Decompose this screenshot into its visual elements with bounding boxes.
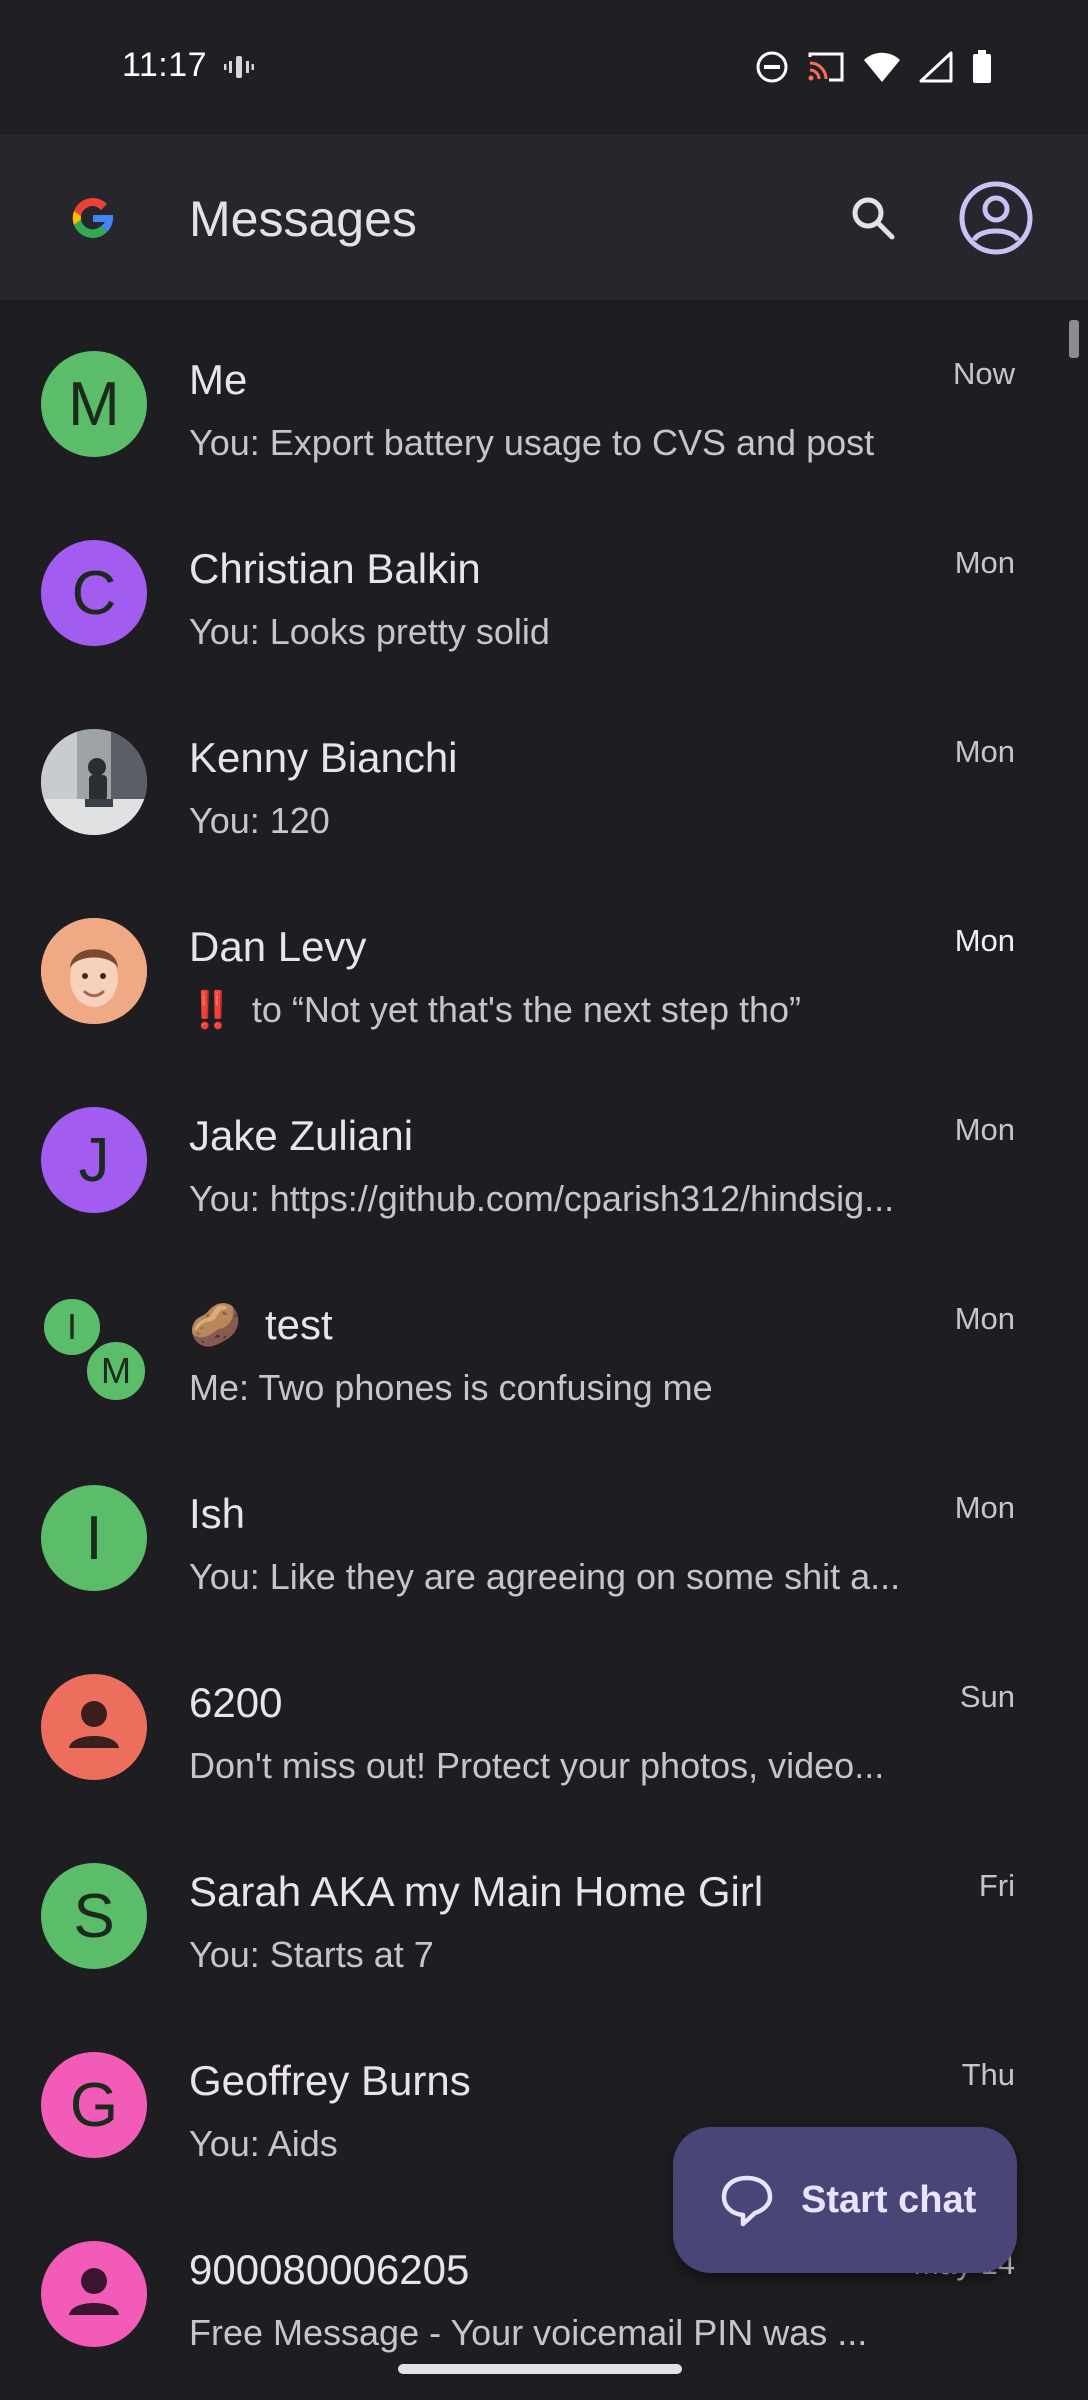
message-snippet: Me: Two phones is confusing me [189,1367,713,1408]
message-snippet: You: Export battery usage to CVS and pos… [189,422,875,463]
message-time: Now [952,356,1015,391]
avatar [41,1674,147,1780]
status-icons [755,50,993,84]
contact-name: 6200 [189,1679,283,1726]
status-time: 11:17 [122,46,208,84]
conversation-row[interactable]: I Ish You: Like they are agreeing on som… [0,1434,1088,1623]
message-time: Mon [954,1490,1015,1525]
avatar [41,2241,147,2347]
group-emoji-icon: 🥔 [189,1301,242,1348]
avatar-letter: S [73,1881,115,1951]
contact-name: Jake Zuliani [189,1112,414,1159]
contact-name: Me [189,356,248,403]
battery-icon [973,50,991,83]
message-time: Mon [954,1301,1015,1336]
avatar: S [41,1863,147,1969]
message-time: Mon [954,734,1015,769]
message-time: Sun [959,1679,1015,1714]
avatar-letter: C [71,558,117,628]
person-icon [69,2268,119,2315]
group-avatar-letter: M [83,1338,149,1404]
conversation-row[interactable]: C Christian Balkin You: Looks pretty sol… [0,489,1088,678]
message-time: Thu [961,2057,1015,2092]
message-time: Mon [954,923,1015,958]
account-button[interactable] [958,180,1034,256]
conversation-row[interactable]: 6200 Don't miss out! Protect your photos… [0,1623,1088,1812]
avatar-photo [41,729,147,835]
top-app-bar: Messages [0,135,1088,300]
wifi-icon [864,52,900,82]
message-snippet: You: Aids [189,2123,338,2164]
avatar-letter: J [78,1125,110,1195]
conversation-list[interactable]: M Me You: Export battery usage to CVS an… [0,300,1088,2400]
avatar-memoji [41,918,147,1024]
contact-name: Ish [189,1490,246,1537]
avatar: C [41,540,147,646]
message-snippet: You: Looks pretty solid [189,611,550,652]
conversation-row[interactable]: Dan Levy ‼️ to “Not yet that's the next … [0,867,1088,1056]
gesture-navigation-bar[interactable] [398,2364,682,2374]
conversation-row[interactable]: M Me You: Export battery usage to CVS an… [0,300,1088,489]
start-chat-label: Start chat [801,2178,977,2221]
message-snippet: You: https://github.com/cparish312/hinds… [189,1178,895,1219]
start-chat-button[interactable]: Start chat [673,2127,1017,2273]
message-time: Fri [978,1868,1015,1903]
conversation-row[interactable]: J Jake Zuliani You: https://github.com/c… [0,1056,1088,1245]
messages-screen: 11:17 Messages M Me You: Export battery … [0,0,1088,2400]
dnd-icon [756,51,788,83]
avatar: M [41,351,147,457]
message-time: Mon [954,1112,1015,1147]
contact-name: Dan Levy [189,923,367,970]
contact-name: Christian Balkin [189,545,481,592]
group-name-text: test [264,1301,333,1348]
app-title: Messages [189,191,417,247]
avatar-letter: M [68,369,120,439]
message-snippet: You: Like they are agreeing on some shit… [189,1556,901,1597]
avatar: I [41,1485,147,1591]
contact-name: 🥔 test [189,1301,333,1350]
conversation-row[interactable]: I M 🥔 test Me: Two phones is confusing m… [0,1245,1088,1434]
search-button[interactable] [840,185,906,251]
chat-bubble-icon [717,2170,777,2230]
message-snippet: Free Message - Your voicemail PIN was ..… [189,2312,868,2353]
message-snippet: You: 120 [189,800,330,841]
cast-icon [808,52,844,82]
avatar-letter: I [85,1503,103,1573]
conversation-row[interactable]: S Sarah AKA my Main Home Girl You: Start… [0,1812,1088,2001]
message-snippet: ‼️ to “Not yet that's the next step tho” [189,989,801,1031]
signal-icon [919,51,953,83]
message-time: Mon [954,545,1015,580]
contact-name: Sarah AKA my Main Home Girl [189,1868,764,1915]
account-icon [959,181,1033,255]
message-snippet: You: Starts at 7 [189,1934,434,1975]
contact-name: Kenny Bianchi [189,734,458,781]
status-bar: 11:17 [0,0,1088,135]
vibrate-icon [224,52,254,87]
scrollbar-thumb[interactable] [1069,320,1079,358]
message-snippet: Don't miss out! Protect your photos, vid… [189,1745,885,1786]
avatar-letter: G [69,2070,119,2140]
avatar: J [41,1107,147,1213]
contact-name: 900080006205 [189,2246,470,2293]
reaction-emoji-icon: ‼️ [189,989,234,1030]
google-logo [60,185,126,251]
conversation-row[interactable]: Kenny Bianchi You: 120 Mon [0,678,1088,867]
person-icon [69,1701,119,1748]
avatar: G [41,2052,147,2158]
message-snippet-text: to “Not yet that's the next step tho” [251,989,802,1030]
contact-name: Geoffrey Burns [189,2057,471,2104]
search-icon [852,197,895,240]
group-avatar: I M [41,1296,149,1404]
